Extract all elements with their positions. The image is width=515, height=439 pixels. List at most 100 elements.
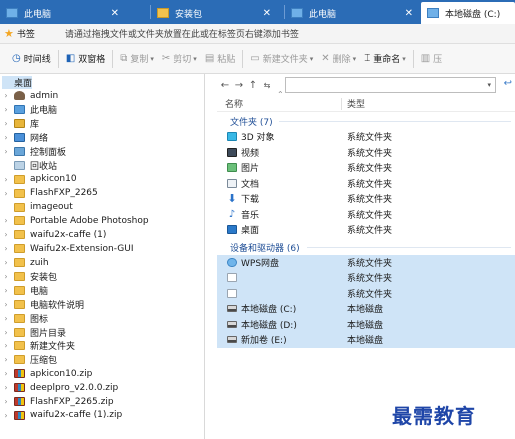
delete-button[interactable]: ✕ 删除 ▾ [317, 48, 360, 70]
tab-install-packages[interactable]: 安装包 ✕ [151, 2, 277, 24]
dual-pane-icon: ◧ [65, 53, 76, 64]
user-icon [14, 91, 25, 101]
timeline-button[interactable]: ◷ 时间线 [8, 48, 55, 70]
tree-item[interactable]: › 压缩包 [0, 353, 204, 367]
back-arrow-icon[interactable]: ← [219, 80, 231, 91]
chevron-right-icon[interactable]: › [1, 216, 11, 225]
file-row[interactable]: 3D 对象 系统文件夹 [217, 129, 515, 145]
tree-item[interactable]: › waifu2x-caffe (1) [0, 228, 204, 242]
address-bar[interactable]: ▾ [285, 77, 496, 93]
tree-item[interactable]: › 电脑 [0, 283, 204, 297]
tree-item[interactable]: › admin [0, 89, 204, 103]
chevron-right-icon[interactable]: › [1, 397, 11, 406]
tree-item-label: waifu2x-caffe (1).zip [30, 410, 123, 421]
file-row[interactable]: 系统文件夹 [217, 270, 515, 286]
group-header[interactable]: 文件夹 (7) [217, 114, 515, 129]
file-row[interactable]: 本地磁盘 (C:) 本地磁盘 [217, 301, 515, 317]
rename-label: 重命名 [373, 55, 401, 65]
chevron-down-icon[interactable]: ▾ [487, 81, 491, 89]
tree-item-label: 新建文件夹 [30, 342, 76, 353]
file-row[interactable]: 本地磁盘 (D:) 本地磁盘 [217, 316, 515, 332]
chevron-right-icon[interactable]: › [1, 147, 11, 156]
tree-item[interactable]: › 此电脑 [0, 103, 204, 117]
bookmark-label[interactable]: 书签 [17, 27, 35, 40]
go-arrow-icon[interactable]: ↩ [504, 78, 512, 89]
tree-item[interactable]: › FlashFXP_2265 [0, 186, 204, 200]
file-row[interactable]: 文档 系统文件夹 [217, 176, 515, 192]
tree-item[interactable]: › deeplpro_v2.0.0.zip [0, 381, 204, 395]
new-folder-button[interactable]: ▭ 新建文件夹 ▾ [246, 48, 317, 70]
column-name[interactable]: 名称 [225, 97, 243, 110]
file-row[interactable]: 系统文件夹 [217, 285, 515, 301]
chevron-right-icon[interactable]: › [1, 300, 11, 309]
chevron-right-icon[interactable]: › [1, 383, 11, 392]
close-icon[interactable]: ✕ [111, 8, 119, 19]
tree-item[interactable]: › waifu2x-caffe (1).zip [0, 408, 204, 422]
tree-item[interactable]: › 新建文件夹 [0, 339, 204, 353]
tree-item[interactable]: › 网络 [0, 131, 204, 145]
column-type[interactable]: 类型 [347, 97, 365, 110]
rename-button[interactable]: ⌶ 重命名 ▾ [360, 48, 410, 70]
folder-icon [14, 327, 25, 337]
chevron-right-icon[interactable]: › [1, 411, 11, 420]
file-name: 音乐 [241, 210, 260, 221]
close-icon[interactable]: ✕ [405, 8, 413, 19]
chevron-right-icon[interactable]: › [1, 230, 11, 239]
file-row[interactable]: 新加卷 (E:) 本地磁盘 [217, 332, 515, 348]
tree-item[interactable]: › 图标 [0, 311, 204, 325]
copy-button[interactable]: ⧉ 复制 ▾ [116, 48, 158, 70]
chevron-right-icon[interactable]: › [1, 286, 11, 295]
tree-item[interactable]: › 库 [0, 117, 204, 131]
file-name: 本地磁盘 (C:) [241, 305, 297, 316]
file-row[interactable]: 视频 系统文件夹 [217, 145, 515, 161]
file-row[interactable]: ⬇ 下载 系统文件夹 [217, 191, 515, 207]
group-header[interactable]: 设备和驱动器 (6) [217, 240, 515, 255]
chevron-right-icon[interactable]: › [1, 91, 11, 100]
chevron-right-icon[interactable]: › [1, 119, 11, 128]
chevron-right-icon[interactable]: › [1, 314, 11, 323]
tab-this-pc-1[interactable]: 此电脑 ✕ [0, 2, 125, 24]
tree-item[interactable]: › apkicon10.zip [0, 367, 204, 381]
chevron-right-icon[interactable]: › [1, 258, 11, 267]
chevron-right-icon[interactable]: › [1, 244, 11, 253]
dual-pane-button[interactable]: ◧ 双窗格 [62, 48, 109, 70]
compress-button[interactable]: ▥ 压 [417, 48, 446, 70]
tree-item[interactable]: › Waifu2x-Extension-GUI [0, 242, 204, 256]
tree-item-label: FlashFXP_2265 [30, 188, 98, 199]
file-row[interactable]: ♪ 音乐 系统文件夹 [217, 207, 515, 223]
history-icon[interactable]: ⇆ [261, 81, 273, 90]
paste-button[interactable]: ▤ 粘贴 [201, 48, 239, 70]
close-icon[interactable]: ✕ [263, 8, 271, 19]
tree-item-label: 安装包 [30, 273, 58, 284]
up-arrow-icon[interactable]: ↑ [247, 80, 259, 91]
tree-item[interactable]: › Portable Adobe Photoshop [0, 214, 204, 228]
chevron-right-icon[interactable]: › [1, 175, 11, 184]
tree-item[interactable]: 回收站 [0, 158, 204, 172]
forward-arrow-icon[interactable]: → [233, 80, 245, 91]
chevron-right-icon[interactable]: › [1, 355, 11, 364]
tree-item[interactable]: imageout [0, 200, 204, 214]
chevron-right-icon[interactable]: › [1, 369, 11, 378]
chevron-right-icon[interactable]: › [1, 272, 11, 281]
file-row[interactable]: 桌面 系统文件夹 [217, 222, 515, 238]
tab-this-pc-2[interactable]: 此电脑 ✕ [285, 2, 419, 24]
chevron-right-icon[interactable]: › [1, 133, 11, 142]
tree-item[interactable]: › FlashFXP_2265.zip [0, 395, 204, 409]
tree-item[interactable]: › apkicon10 [0, 172, 204, 186]
tree-item[interactable]: › 安装包 [0, 270, 204, 284]
file-row[interactable]: WPS网盘 系统文件夹 [217, 254, 515, 270]
cut-button[interactable]: ✂ 剪切 ▾ [158, 48, 201, 70]
tree-root-desktop[interactable]: 桌面 [2, 76, 32, 89]
chevron-down-icon: ▾ [150, 54, 154, 63]
chevron-right-icon[interactable]: › [1, 328, 11, 337]
tree-item[interactable]: › 电脑软件说明 [0, 297, 204, 311]
tab-local-disk-c[interactable]: 本地磁盘 (C:) [421, 2, 515, 24]
file-row[interactable]: 图片 系统文件夹 [217, 160, 515, 176]
tree-item[interactable]: › 控制面板 [0, 145, 204, 159]
column-divider[interactable] [341, 98, 342, 110]
tree-item[interactable]: › zuih [0, 256, 204, 270]
chevron-right-icon[interactable]: › [1, 189, 11, 198]
chevron-right-icon[interactable]: › [1, 105, 11, 114]
tree-item[interactable]: › 图片目录 [0, 325, 204, 339]
chevron-right-icon[interactable]: › [1, 341, 11, 350]
